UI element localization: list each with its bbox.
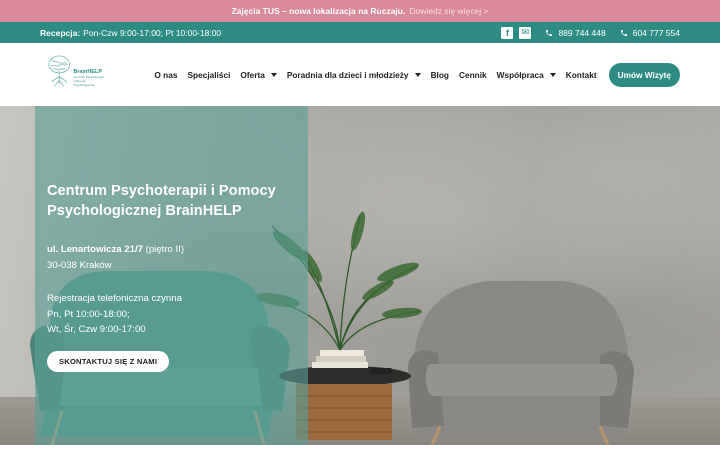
nav-label: Poradnia dla dzieci i młodzieży <box>286 69 409 80</box>
hero-content: Centrum Psychoterapii i Pomocy Psycholog… <box>47 181 307 338</box>
nav-wspolpraca[interactable]: Współpraca <box>497 70 556 80</box>
nav-kontakt[interactable]: Kontakt <box>566 70 597 80</box>
phone-icon <box>620 29 627 36</box>
hero-section: Centrum Psychoterapii i Pomocy Psycholog… <box>0 106 720 445</box>
nav-cennik[interactable]: Cennik <box>459 70 487 80</box>
email-icon[interactable]: ✉ <box>519 26 532 39</box>
nav-label: Oferta <box>240 69 265 80</box>
contact-us-button[interactable]: SKONTAKTUJ SIĘ Z NAMI <box>47 351 170 372</box>
reception-label: Recepcja: <box>40 27 81 38</box>
logo-subtitle-2: i Pomocy Psychologicznej <box>73 78 95 87</box>
hero-title-line-1: Centrum Psychoterapii i Pomocy <box>47 183 276 199</box>
site-header: BrainHELP Centrum Psychoterapii i Pomocy… <box>0 43 720 106</box>
hero-address: ul. Lenartowicza 21/7 (piętro II) 30-038… <box>47 242 307 274</box>
phone-link-2[interactable]: 604 777 554 <box>620 28 680 38</box>
phone-icon <box>546 29 553 36</box>
phone-number-1: 889 744 448 <box>558 27 606 38</box>
nav-specjalisci[interactable]: Specjaliści <box>187 70 230 80</box>
address-floor: (piętro II) <box>145 244 185 255</box>
tree-brain-icon <box>48 55 70 86</box>
chevron-down-icon <box>549 72 556 77</box>
hero-registration-hours: Rejestracja telefoniczna czynna Pn, Pt 1… <box>47 291 307 338</box>
info-bar-right: f ✉ 889 744 448 604 777 554 <box>501 26 680 39</box>
book-visit-button[interactable]: Umów Wizytę <box>608 62 680 87</box>
hero-title-line-2: Psychologicznej BrainHELP <box>47 203 242 219</box>
address-street: ul. Lenartowicza 21/7 <box>47 244 143 255</box>
chevron-down-icon <box>414 72 421 77</box>
nav-label: Specjaliści <box>187 69 231 80</box>
nav-label: Cennik <box>459 69 487 80</box>
promo-text: Zajęcia TUS – nowa lokalizacja na Ruczaj… <box>231 6 406 16</box>
phone-number-2: 604 777 554 <box>632 27 680 38</box>
nav-o-nas[interactable]: O nas <box>154 70 177 80</box>
chevron-down-icon <box>270 72 277 77</box>
reg-line-3: Wt, Śr, Czw 9:00-17:00 <box>47 324 146 335</box>
nav-blog[interactable]: Blog <box>431 70 449 80</box>
phone-link-1[interactable]: 889 744 448 <box>545 27 606 38</box>
hero-title: Centrum Psychoterapii i Pomocy Psycholog… <box>47 181 307 221</box>
nav-label: O nas <box>154 69 178 80</box>
facebook-icon[interactable]: f <box>501 26 514 39</box>
promo-bar: Zajęcia TUS – nowa lokalizacja na Ruczaj… <box>0 0 720 22</box>
brainhelp-logo[interactable]: BrainHELP Centrum Psychoterapii i Pomocy… <box>46 53 106 97</box>
nav-label: Kontakt <box>565 69 597 80</box>
reception-hours: Pon-Czw 9:00-17:00; Pt 10:00-18:00 <box>83 27 222 38</box>
reg-line-2: Pn, Pt 10:00-18:00; <box>47 308 130 320</box>
main-nav: O nas Specjaliści Oferta Poradnia dla dz… <box>154 62 680 87</box>
nav-label: Blog <box>430 69 449 80</box>
address-city: 30-038 Kraków <box>47 260 112 271</box>
promo-link[interactable]: Dowiedz się więcej > <box>409 6 488 16</box>
nav-poradnia[interactable]: Poradnia dla dzieci i młodzieży <box>287 70 421 80</box>
nav-label: Współpraca <box>496 69 544 80</box>
info-bar: Recepcja: Pon-Czw 9:00-17:00; Pt 10:00-1… <box>0 22 720 43</box>
reg-line-1: Rejestracja telefoniczna czynna <box>47 293 182 304</box>
nav-oferta[interactable]: Oferta <box>240 69 277 80</box>
grey-armchair <box>408 281 634 445</box>
